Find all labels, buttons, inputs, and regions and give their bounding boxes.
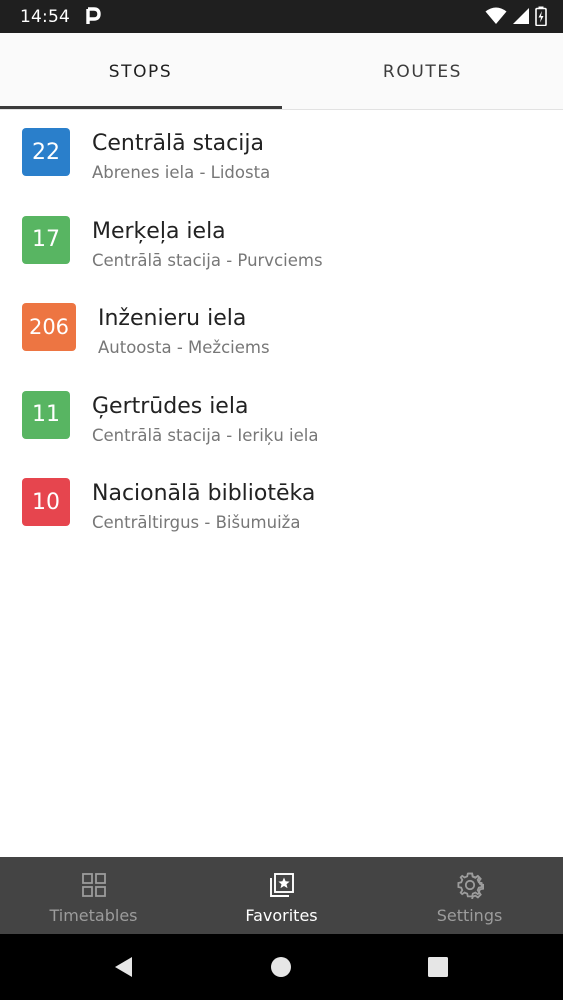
recents-icon[interactable] [426,955,450,979]
route-badge: 22 [22,128,70,176]
grid-icon [81,873,106,897]
nav-favorites[interactable]: Favorites [188,857,375,934]
battery-icon [535,6,547,26]
system-navigation-bar [0,934,563,1000]
nav-label-settings: Settings [436,906,503,925]
route-direction: Autoosta - Mežciems [98,338,270,357]
star-collection-icon [269,873,294,897]
route-badge: 206 [22,303,76,351]
route-badge: 17 [22,215,70,264]
route-badge: 11 [22,390,70,439]
p-app-icon [86,7,101,24]
status-time: 14:54 [20,7,70,27]
status-icons [485,6,547,26]
route-badge: 10 [22,478,70,526]
list-item[interactable]: 17 Merķeļa iela Centrālā stacija - Purvc… [0,215,563,304]
nav-settings[interactable]: Settings [376,857,563,934]
gear-icon [457,872,484,899]
nav-label-favorites: Favorites [245,906,318,925]
list-item[interactable]: 206 Inženieru iela Autoosta - Mežciems [0,303,563,391]
home-icon[interactable] [269,955,293,979]
wifi-icon [485,7,507,24]
nav-timetables[interactable]: Timetables [0,857,187,934]
list-item[interactable]: 22 Centrālā stacija Abrenes iela - Lidos… [0,128,563,216]
nav-label-timetables: Timetables [49,906,138,925]
tab-indicator [0,106,282,109]
bottom-navigation: Timetables Favorites Settings [0,857,563,934]
list-item[interactable]: 10 Nacionālā bibliotēka Centrāltirgus - … [0,478,563,566]
stop-name: Centrālā stacija [92,131,264,156]
list-item[interactable]: 11 Ģertrūdes iela Centrālā stacija - Ier… [0,390,563,479]
tab-stops[interactable]: STOPS [0,33,281,110]
route-direction: Abrenes iela - Lidosta [92,163,271,182]
favorites-list: 22 Centrālā stacija Abrenes iela - Lidos… [0,111,563,566]
tab-routes[interactable]: ROUTES [282,33,563,110]
stop-name: Merķeļa iela [92,218,226,244]
signal-icon [513,8,529,24]
route-direction: Centrālā stacija - Purvciems [92,250,323,270]
status-bar: 14:54 [0,0,563,33]
top-tabs: STOPS ROUTES [0,33,563,110]
back-icon[interactable] [112,955,136,979]
route-direction: Centrāltirgus - Bišumuiža [92,513,301,532]
route-direction: Centrālā stacija - Ieriķu iela [92,425,319,445]
stop-name: Nacionālā bibliotēka [92,481,316,506]
stop-name: Inženieru iela [98,306,247,331]
stop-name: Ģertrūdes iela [92,393,249,419]
